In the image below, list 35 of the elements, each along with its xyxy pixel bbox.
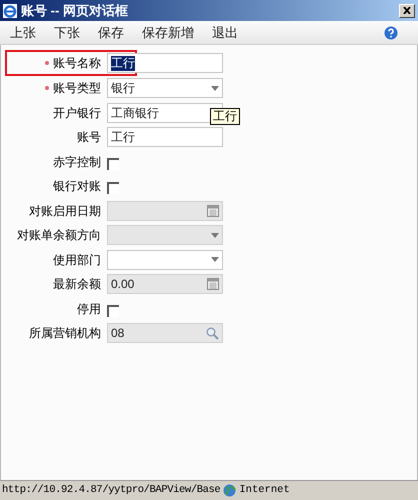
field-label: 所属营销机构 <box>29 325 101 342</box>
input-field[interactable]: 工行 <box>107 127 223 148</box>
tooltip: 工行 <box>210 108 240 125</box>
status-url: http://10.92.4.87/yytpro/BAPView/Base <box>2 482 220 498</box>
checkbox[interactable] <box>107 158 119 170</box>
checkbox[interactable] <box>107 182 119 194</box>
input-field[interactable]: 工行 <box>107 53 223 73</box>
checkbox[interactable] <box>107 304 119 317</box>
browser-icon <box>3 4 17 18</box>
field-label: 账号名称 <box>53 55 101 72</box>
status-zone: Internet <box>239 482 290 498</box>
close-button[interactable] <box>399 4 415 18</box>
caret-icon[interactable] <box>211 257 219 262</box>
field-label: 使用部门 <box>53 252 101 269</box>
field-label: 对账单余额方向 <box>17 227 101 244</box>
help-icon[interactable] <box>384 26 398 40</box>
field-label: 停用 <box>77 300 101 318</box>
field-label: 账号 <box>77 129 101 146</box>
caret-icon[interactable] <box>211 86 219 91</box>
window-title: 账号 -- 网页对话框 <box>21 2 129 20</box>
field-label: 赤字控制 <box>53 154 101 171</box>
toolbar-button[interactable]: 保存新增 <box>142 22 194 42</box>
field-label: 对账启用日期 <box>29 202 101 220</box>
toolbar-button[interactable]: 上张 <box>10 22 36 42</box>
toolbar-button[interactable]: 退出 <box>212 22 238 42</box>
toolbar-button[interactable]: 下张 <box>54 22 80 42</box>
input-field[interactable]: 银行 <box>107 78 223 98</box>
globe-icon <box>223 484 236 497</box>
toolbar-button[interactable]: 保存 <box>98 22 124 42</box>
field-label: 账号类型 <box>53 80 101 98</box>
field-label: 开户银行 <box>53 104 101 122</box>
field-label: 银行对账 <box>53 178 101 196</box>
input-field[interactable] <box>107 250 223 270</box>
close-icon <box>403 7 411 14</box>
field-label: 最新余额 <box>53 276 101 294</box>
